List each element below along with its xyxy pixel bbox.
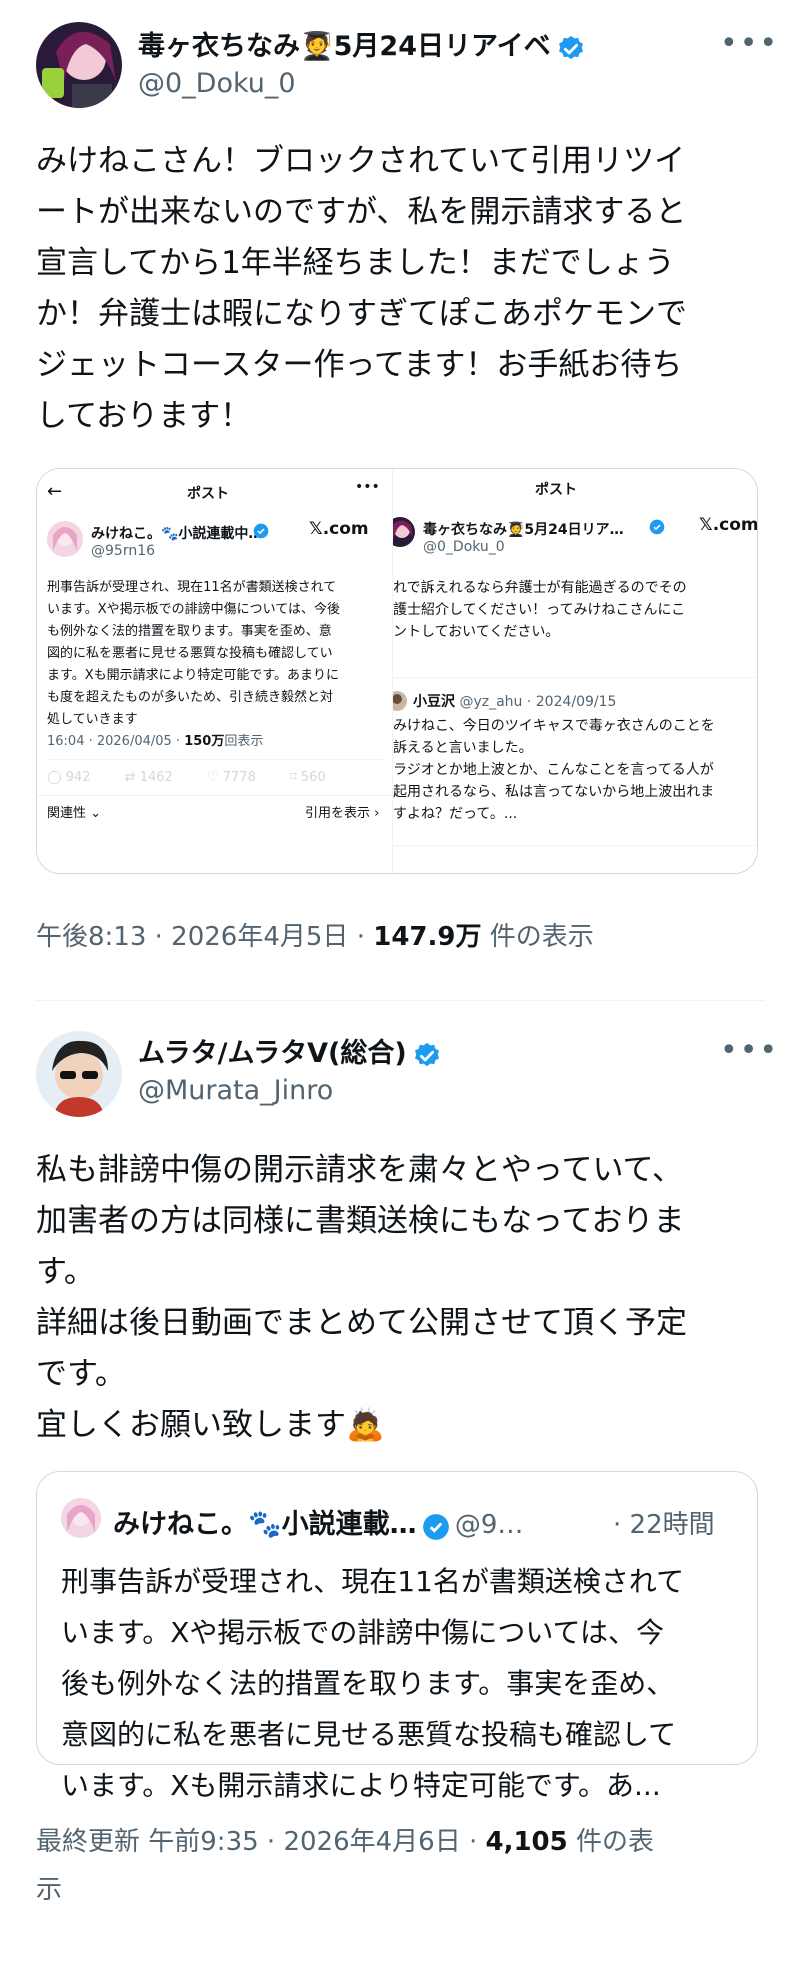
user-handle[interactable]: @Murata_Jinro bbox=[138, 1075, 333, 1106]
divider bbox=[393, 677, 757, 678]
verified-badge-icon bbox=[422, 1513, 450, 1545]
post-1: 毒ヶ衣ちなみ🧑‍🎓5月24日リアイベ @0_Doku_0 ••• みけねこさん！… bbox=[0, 0, 800, 1000]
view-label: 件の表示 bbox=[481, 922, 594, 952]
reply-header: 小豆沢 @yz_ahu · 2024/09/15 bbox=[413, 691, 616, 711]
more-options-icon[interactable]: ••• bbox=[720, 26, 779, 61]
reply-count: 942 bbox=[65, 770, 91, 785]
avatar[interactable] bbox=[36, 22, 122, 108]
post-text: 私も誹謗中傷の開示請求を粛々とやっていて、 加害者の方は同様に書類送検にもなって… bbox=[36, 1152, 687, 1443]
divider bbox=[47, 759, 382, 760]
avatar bbox=[393, 691, 407, 711]
timestamp: 16:04 · 2026/04/05 · 150万回表示 bbox=[47, 731, 263, 753]
reply-meta: @yz_ahu · 2024/09/15 bbox=[455, 694, 617, 710]
sort-relevance: 関連性 ⌄ bbox=[47, 806, 102, 821]
screenshot-text: れで訴えれるなら弁護士が有能過ぎるのでその 護士紹介してください！ってみけねこさ… bbox=[393, 580, 687, 640]
bookmark-icon: ⌑ bbox=[289, 770, 297, 785]
avatar[interactable] bbox=[36, 1031, 122, 1117]
source-label: 𝕏.com bbox=[699, 515, 757, 535]
reply-icon: ◯ bbox=[47, 770, 62, 785]
user-handle: @95rn16 bbox=[91, 543, 156, 559]
engagement-bar: ◯ 942 ⇄ 1462 ♡ 7778 ⌑ 560 bbox=[47, 767, 382, 789]
divider bbox=[37, 795, 392, 796]
verified-badge-icon bbox=[556, 34, 586, 68]
display-name: みけねこ。🐾小説連載中… bbox=[91, 526, 263, 542]
more-options-icon[interactable]: ••• bbox=[720, 1033, 779, 1068]
post-metadata: 最終更新 午前9:35 · 2026年4月6日 · 4,105 件の表 bbox=[36, 1821, 654, 1858]
view-count: 4,105 bbox=[485, 1827, 568, 1857]
quote-author-name: みけねこ。🐾小説連載… bbox=[113, 1509, 417, 1540]
post-metadata: 午後8:13 · 2026年4月5日 · 147.9万 件の表示 bbox=[36, 916, 594, 953]
display-name: 毒ヶ衣ちなみ🧑‍🎓5月24日リア… bbox=[423, 522, 624, 538]
view-count: 147.9万 bbox=[373, 922, 482, 952]
verified-badge-icon bbox=[412, 1041, 442, 1075]
avatar bbox=[47, 521, 83, 557]
back-arrow-icon: ← bbox=[47, 481, 63, 502]
source-label: 𝕏.com bbox=[309, 519, 369, 539]
quote-text: 刑事告訴が受理され、現在11名が書類送検されて います。Xや掲示板での誹謗中傷に… bbox=[61, 1565, 685, 1802]
user-handle: @0_Doku_0 bbox=[423, 539, 505, 555]
updated-timestamp[interactable]: 最終更新 午前9:35 · 2026年4月6日 · bbox=[36, 1827, 486, 1857]
screenshot-text: 刑事告訴が受理され、現在11名が書類送検されて います。Xや掲示板での誹謗中傷に… bbox=[47, 580, 340, 727]
view-label: 回表示 bbox=[224, 734, 264, 749]
quote-time: · 22時間 bbox=[613, 1510, 715, 1540]
timestamp-text: 16:04 · 2026/04/05 · bbox=[47, 734, 185, 749]
post-text: みけねこさん！ブロックされていて引用リツイ ートが出来ないのですが、私を開示請求… bbox=[36, 143, 687, 434]
view-label: 件の表 bbox=[567, 1827, 655, 1857]
verified-badge-icon bbox=[253, 523, 269, 543]
retweet-icon: ⇄ bbox=[124, 770, 136, 785]
reply-name: 小豆沢 bbox=[413, 694, 455, 710]
verified-badge-icon bbox=[649, 519, 665, 539]
avatar bbox=[393, 517, 415, 547]
view-quotes-link: 引用を表示 › bbox=[305, 806, 380, 821]
post-media[interactable]: ← ポスト ••• みけねこ。🐾小説連載中… 𝕏.com @95rn16 刑事告… bbox=[36, 468, 758, 874]
retweet-count: 1462 bbox=[139, 770, 173, 785]
screenshot-right[interactable]: ポスト 毒ヶ衣ちなみ🧑‍🎓5月24日リア… 𝕏.com @0_Doku_0 れで… bbox=[393, 469, 757, 873]
more-options-icon: ••• bbox=[355, 479, 380, 495]
avatar bbox=[61, 1498, 101, 1538]
bookmark-count: 560 bbox=[300, 770, 326, 785]
timestamp[interactable]: 午後8:13 · 2026年4月5日 · bbox=[36, 922, 373, 952]
display-name[interactable]: ムラタ/ムラタV(総合) bbox=[138, 1038, 407, 1069]
quoted-post[interactable]: みけねこ。🐾小説連載… @9… · 22時間 刑事告訴が受理され、現在11名が書… bbox=[36, 1471, 758, 1802]
like-icon: ♡ bbox=[206, 770, 219, 785]
like-count: 7778 bbox=[222, 770, 256, 785]
quote-author-handle: @9… bbox=[454, 1510, 524, 1540]
view-count: 150万 bbox=[184, 734, 225, 749]
screenshot-header-title: ポスト bbox=[187, 486, 229, 502]
screenshot-left[interactable]: ← ポスト ••• みけねこ。🐾小説連載中… 𝕏.com @95rn16 刑事告… bbox=[37, 469, 393, 873]
divider bbox=[393, 845, 757, 846]
view-label-wrap: 示 bbox=[36, 1875, 63, 1905]
screenshot-header-title: ポスト bbox=[535, 482, 577, 498]
display-name[interactable]: 毒ヶ衣ちなみ🧑‍🎓5月24日リアイベ bbox=[138, 31, 551, 62]
user-handle[interactable]: @0_Doku_0 bbox=[138, 68, 296, 99]
post-2: ムラタ/ムラタV(総合) @Murata_Jinro ••• 私も誹謗中傷の開示… bbox=[0, 1001, 800, 1974]
reply-text: みけねこ、今日のツイキャスで毒ヶ衣さんのことを 訴えると言いました。 ラジオとか… bbox=[393, 718, 715, 822]
